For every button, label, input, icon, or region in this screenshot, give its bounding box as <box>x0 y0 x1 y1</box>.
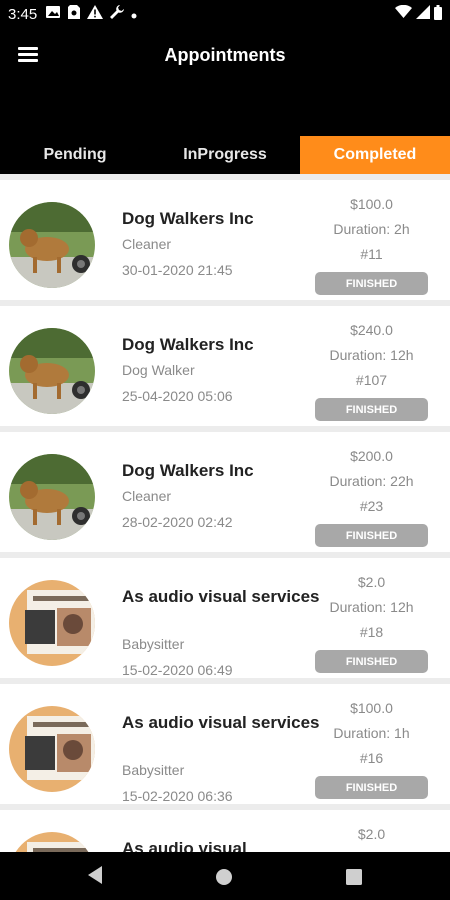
app-bar: Appointments <box>0 28 450 136</box>
appointment-datetime: 25-04-2020 05:06 <box>122 388 233 404</box>
appointment-number: #23 <box>359 498 384 514</box>
status-badge: FINISHED <box>315 776 428 799</box>
system-nav-bar <box>0 852 450 900</box>
appointment-number: #16 <box>359 750 384 766</box>
appointment-number: #11 <box>360 246 383 262</box>
appointment-datetime: 15-02-2020 06:36 <box>122 788 233 804</box>
audio-visual-photo-avatar <box>9 832 95 852</box>
recents-icon[interactable] <box>345 868 363 891</box>
list-item[interactable]: As audio visual services Babysitter 15-0… <box>0 558 450 678</box>
appointments-list[interactable]: Dog Walkers Inc Cleaner 30-01-2020 21:45… <box>0 180 450 852</box>
list-item[interactable]: As audio visual $2.0 <box>0 810 450 852</box>
provider-name: As audio visual services <box>122 713 320 732</box>
status-badge: FINISHED <box>315 398 428 421</box>
status-badge: FINISHED <box>315 524 428 547</box>
status-bar: 3:45 <box>0 0 450 28</box>
page-title: Appointments <box>164 45 286 65</box>
service-role: Babysitter <box>122 762 185 778</box>
price: $240.0 <box>350 322 393 338</box>
cellular-signal-icon <box>416 5 430 23</box>
duration: Duration: 12h <box>329 599 414 615</box>
provider-name: As audio visual services <box>122 587 320 606</box>
status-right-icons <box>395 4 442 24</box>
list-item[interactable]: As audio visual services Babysitter 15-0… <box>0 684 450 804</box>
status-badge: FINISHED <box>315 272 428 295</box>
list-item[interactable]: Dog Walkers Inc Dog Walker 25-04-2020 05… <box>0 306 450 426</box>
tab-completed[interactable]: Completed <box>300 136 450 174</box>
service-role: Babysitter <box>122 636 185 652</box>
warning-icon <box>87 5 104 23</box>
appointment-datetime: 30-01-2020 21:45 <box>122 262 233 278</box>
app-screen: 3:45 Appointments Pending InProgress Com… <box>0 0 450 900</box>
tab-inprogress[interactable]: InProgress <box>150 136 300 174</box>
sim-card-icon <box>67 4 81 24</box>
service-role: Cleaner <box>122 488 172 504</box>
list-item[interactable]: Dog Walkers Inc Cleaner 30-01-2020 21:45… <box>0 180 450 300</box>
appointment-number: #18 <box>359 624 384 640</box>
wifi-icon <box>395 4 412 23</box>
dog-photo-avatar <box>9 202 95 288</box>
battery-icon <box>434 4 442 24</box>
tab-bar: Pending InProgress Completed <box>0 136 450 174</box>
dog-photo-avatar <box>9 454 95 540</box>
wrench-icon <box>109 4 125 24</box>
status-badge: FINISHED <box>315 650 428 673</box>
price: $100.0 <box>350 700 393 716</box>
service-role: Dog Walker <box>122 362 195 378</box>
dot-icon <box>131 6 137 23</box>
audio-visual-photo-avatar <box>9 706 95 792</box>
home-icon[interactable] <box>214 867 234 892</box>
image-icon <box>45 5 61 23</box>
tab-pending[interactable]: Pending <box>0 136 150 174</box>
duration: Duration: 12h <box>329 347 414 363</box>
provider-name: As audio visual <box>122 839 247 852</box>
price: $100.0 <box>350 196 393 212</box>
service-role: Cleaner <box>122 236 172 252</box>
provider-name: Dog Walkers Inc <box>122 335 254 354</box>
appointment-number: #107 <box>355 372 388 388</box>
duration: Duration: 2h <box>333 221 410 237</box>
duration: Duration: 1h <box>333 725 410 741</box>
back-icon[interactable] <box>86 864 106 891</box>
provider-name: Dog Walkers Inc <box>122 209 254 228</box>
duration: Duration: 22h <box>329 473 414 489</box>
price: $2.0 <box>357 574 386 590</box>
dog-photo-avatar <box>9 328 95 414</box>
list-item[interactable]: Dog Walkers Inc Cleaner 28-02-2020 02:42… <box>0 432 450 552</box>
audio-visual-photo-avatar <box>9 580 95 666</box>
price: $200.0 <box>350 448 393 464</box>
provider-name: Dog Walkers Inc <box>122 461 254 480</box>
price: $2.0 <box>357 826 386 842</box>
appointment-datetime: 28-02-2020 02:42 <box>122 514 233 530</box>
appointment-datetime: 15-02-2020 06:49 <box>122 662 233 678</box>
status-time: 3:45 <box>8 5 38 23</box>
